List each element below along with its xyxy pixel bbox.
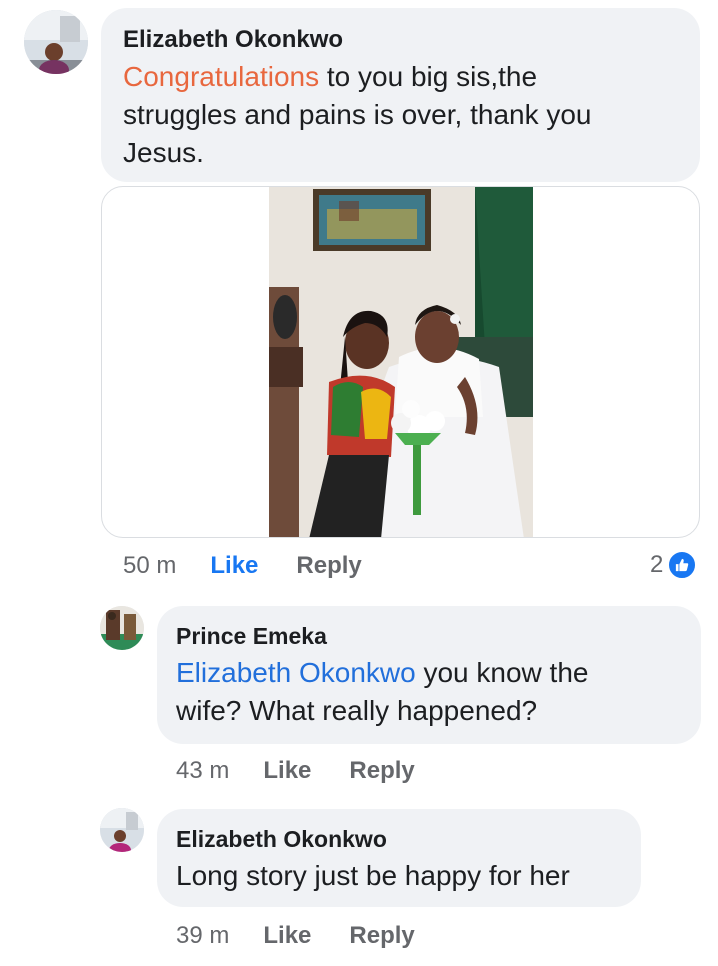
comment-text-line-1: Long story just be happy for her: [176, 860, 570, 891]
comment-timestamp: 50 m: [123, 552, 177, 579]
comment-author[interactable]: Elizabeth Okonkwo: [123, 26, 343, 54]
mention-link[interactable]: Elizabeth Okonkwo: [176, 657, 416, 688]
comment-text: Elizabeth Okonkwo you know the wife? Wha…: [176, 654, 588, 730]
avatar[interactable]: [24, 10, 88, 74]
comment-timestamp: 43 m: [176, 757, 230, 784]
like-link[interactable]: Like: [263, 922, 311, 950]
comment-text-line-2: wife? What really happened?: [176, 695, 538, 726]
attached-photo: [269, 187, 533, 537]
comment-timestamp: 39 m: [176, 922, 230, 949]
reply-link[interactable]: Reply: [349, 922, 414, 950]
comment-text-line-1: you know the: [415, 657, 589, 688]
like-link[interactable]: Like: [210, 552, 258, 580]
reply-link[interactable]: Reply: [296, 552, 361, 580]
comment-author[interactable]: Elizabeth Okonkwo: [176, 826, 387, 853]
comment-text: Congratulations to you big sis,the strug…: [123, 58, 592, 172]
reaction-count-value: 2: [650, 551, 664, 578]
avatar[interactable]: [100, 808, 144, 852]
comment-text-line-1: to you big sis,the: [319, 61, 538, 92]
like-link[interactable]: Like: [263, 757, 311, 785]
photo-attachment[interactable]: [101, 186, 700, 538]
comment-actions: 50 m Like Reply: [123, 552, 362, 580]
reply-link[interactable]: Reply: [349, 757, 414, 785]
avatar-photo: [24, 10, 88, 74]
comment-text-line-2: struggles and pains is over, thank you: [123, 99, 592, 130]
like-thumb-icon: [667, 550, 698, 580]
highlighted-word: Congratulations: [123, 61, 320, 92]
avatar[interactable]: [100, 606, 144, 650]
comment-actions: 43 m Like Reply: [176, 757, 415, 785]
avatar-photo: [100, 808, 144, 852]
comment-text: Long story just be happy for her: [176, 857, 570, 895]
avatar-photo: [100, 606, 144, 650]
comment-actions: 39 m Like Reply: [176, 922, 415, 950]
comment-author[interactable]: Prince Emeka: [176, 623, 327, 650]
reaction-count[interactable]: 2: [650, 550, 698, 580]
comment-text-line-3: Jesus.: [123, 137, 204, 168]
